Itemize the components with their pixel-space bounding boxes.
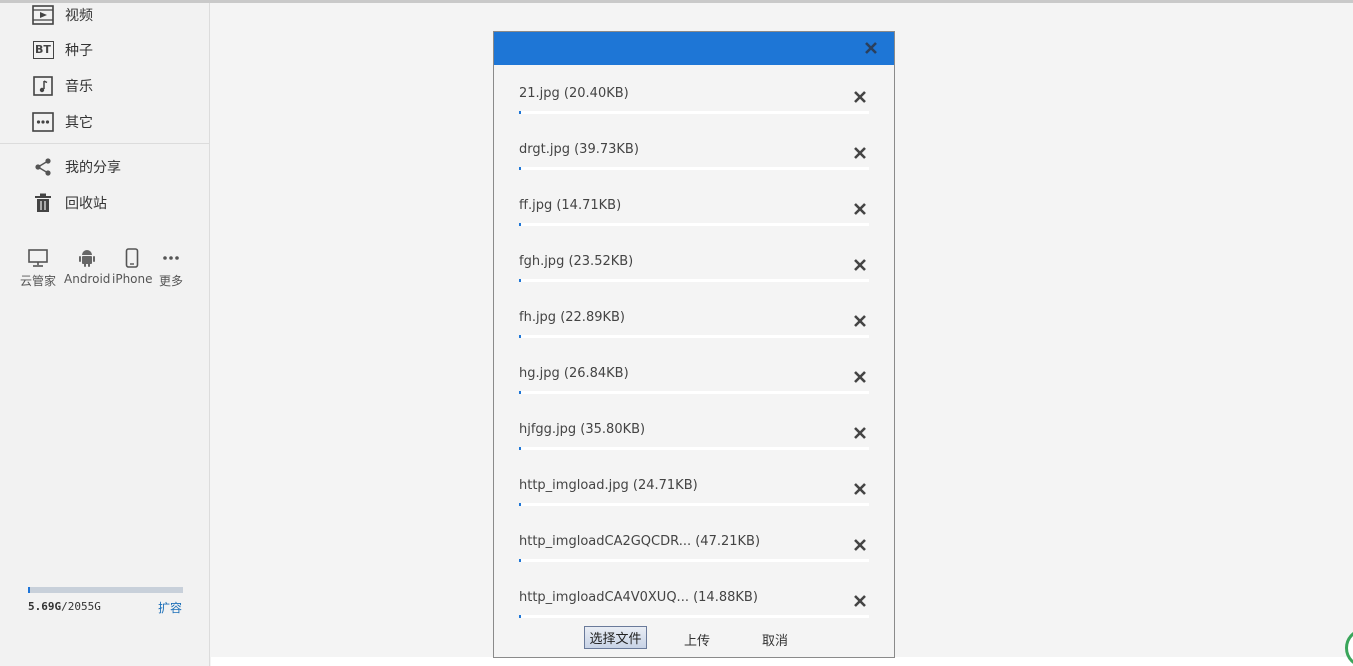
file-name: http_imgload.jpg (24.71KB): [519, 478, 698, 493]
file-progress-bar: [519, 391, 869, 394]
device-cloud-manager[interactable]: 云管家: [20, 247, 56, 289]
file-progress-fill: [519, 391, 521, 394]
file-row: ff.jpg (14.71KB): [519, 184, 869, 240]
sidebar: 视频 BT 种子 音乐 其它 我的分享 回收站 云管家 Android iPho…: [0, 3, 210, 666]
device-android[interactable]: Android: [64, 247, 110, 286]
storage-quota-fill: [28, 587, 30, 593]
device-label: 云管家: [20, 274, 57, 288]
file-progress-fill: [519, 335, 521, 338]
file-row: drgt.jpg (39.73KB): [519, 128, 869, 184]
upload-dialog: 21.jpg (20.40KB) drgt.jpg (39.73KB) ff.jpg…: [493, 31, 895, 658]
remove-file-icon[interactable]: [853, 201, 867, 215]
share-icon: [32, 156, 54, 178]
sidebar-divider: [0, 143, 209, 144]
remove-file-icon[interactable]: [853, 89, 867, 103]
file-row: hg.jpg (26.84KB): [519, 352, 869, 408]
device-label: iPhone: [112, 272, 153, 286]
file-row: 21.jpg (20.40KB): [519, 72, 869, 128]
music-icon: [32, 75, 54, 97]
remove-file-icon[interactable]: [853, 145, 867, 159]
device-label: 更多: [159, 274, 184, 288]
bt-icon: BT: [32, 39, 54, 61]
nav-label: 音乐: [65, 79, 93, 95]
file-progress-fill: [519, 503, 521, 506]
upload-button[interactable]: 上传: [684, 630, 710, 649]
file-row: fh.jpg (22.89KB): [519, 296, 869, 352]
remove-file-icon[interactable]: [853, 313, 867, 327]
ellipsis-icon: [161, 247, 181, 269]
more-icon: [32, 111, 54, 133]
device-iphone[interactable]: iPhone: [112, 247, 153, 286]
storage-quota-text: 5.69G/2055G: [28, 600, 101, 613]
file-name: drgt.jpg (39.73KB): [519, 142, 639, 157]
file-progress-fill: [519, 615, 521, 618]
storage-quota-bar: [28, 587, 183, 593]
nav-item-video[interactable]: 视频: [32, 3, 93, 27]
dialog-close-icon[interactable]: [862, 39, 880, 57]
file-progress-bar: [519, 223, 869, 226]
file-progress-fill: [519, 447, 521, 450]
file-progress-bar: [519, 447, 869, 450]
remove-file-icon[interactable]: [853, 593, 867, 607]
file-row: hjfgg.jpg (35.80KB): [519, 408, 869, 464]
file-progress-bar: [519, 279, 869, 282]
file-name: ff.jpg (14.71KB): [519, 198, 622, 213]
nav-item-other[interactable]: 其它: [32, 110, 93, 134]
nav-item-music[interactable]: 音乐: [32, 74, 93, 98]
file-progress-fill: [519, 167, 521, 170]
file-progress-bar: [519, 559, 869, 562]
file-name: hg.jpg (26.84KB): [519, 366, 629, 381]
remove-file-icon[interactable]: [853, 481, 867, 495]
device-label: Android: [64, 272, 111, 286]
cancel-button[interactable]: 取消: [762, 630, 788, 649]
quota-total: /2055G: [61, 600, 101, 613]
file-progress-bar: [519, 615, 869, 618]
choose-file-button[interactable]: 选择文件: [584, 626, 647, 649]
file-progress-fill: [519, 111, 521, 114]
dialog-header: [494, 32, 894, 65]
file-name: 21.jpg (20.40KB): [519, 86, 629, 101]
remove-file-icon[interactable]: [853, 369, 867, 383]
file-progress-fill: [519, 559, 521, 562]
remove-file-icon[interactable]: [853, 537, 867, 551]
nav-label: 我的分享: [65, 160, 121, 176]
nav-label: 其它: [65, 115, 93, 131]
file-name: hjfgg.jpg (35.80KB): [519, 422, 646, 437]
nav-item-my-share[interactable]: 我的分享: [32, 155, 121, 179]
file-name: http_imgloadCA4V0XUQ... (14.88KB): [519, 590, 758, 605]
file-name: fgh.jpg (23.52KB): [519, 254, 634, 269]
file-progress-bar: [519, 503, 869, 506]
nav-label: 种子: [65, 43, 93, 59]
nav-label: 视频: [65, 8, 93, 24]
file-progress-bar: [519, 111, 869, 114]
file-row: fgh.jpg (23.52KB): [519, 240, 869, 296]
trash-icon: [32, 192, 54, 214]
android-icon: [78, 247, 96, 269]
file-name: fh.jpg (22.89KB): [519, 310, 625, 325]
phone-icon: [125, 247, 139, 269]
expand-storage-link[interactable]: 扩容: [158, 599, 182, 616]
remove-file-icon[interactable]: [853, 257, 867, 271]
file-progress-fill: [519, 279, 521, 282]
file-progress-fill: [519, 223, 521, 226]
file-progress-bar: [519, 335, 869, 338]
bottom-strip: [211, 657, 1353, 666]
file-row: http_imgload.jpg (24.71KB): [519, 464, 869, 520]
nav-item-bt[interactable]: BT 种子: [32, 38, 93, 62]
monitor-icon: [27, 247, 49, 269]
device-more[interactable]: 更多: [159, 247, 183, 289]
file-row: http_imgloadCA2GQCDR... (47.21KB): [519, 520, 869, 576]
nav-label: 回收站: [65, 196, 107, 212]
nav-item-recycle-bin[interactable]: 回收站: [32, 191, 107, 215]
video-icon: [32, 4, 54, 26]
remove-file-icon[interactable]: [853, 425, 867, 439]
file-name: http_imgloadCA2GQCDR... (47.21KB): [519, 534, 761, 549]
file-progress-bar: [519, 167, 869, 170]
quota-used: 5.69G: [28, 600, 62, 613]
dialog-footer: 选择文件 上传 取消: [494, 624, 894, 652]
